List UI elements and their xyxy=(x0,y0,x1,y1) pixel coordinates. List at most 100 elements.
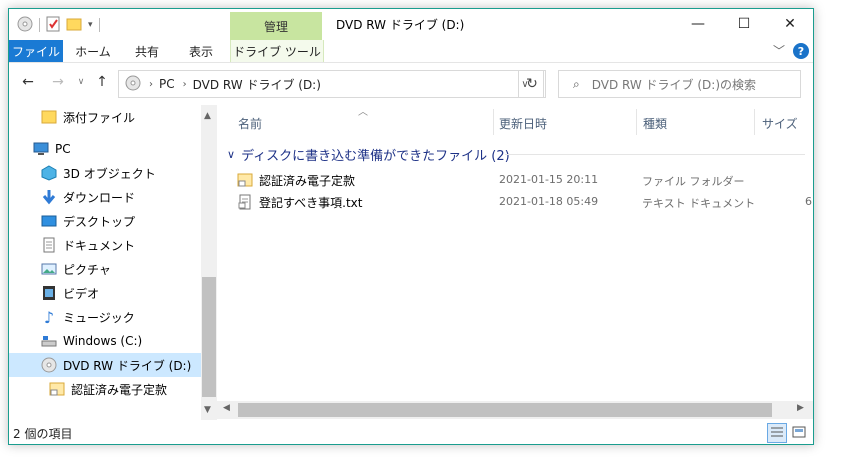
recent-locations-button[interactable]: ∨ xyxy=(72,73,90,91)
nav-item-certified-articles[interactable]: 認証済み電子定款 xyxy=(49,377,201,401)
group-header[interactable]: ∨ ディスクに書き込む準備ができたファイル (2) xyxy=(227,145,510,164)
nav-item-downloads[interactable]: ダウンロード xyxy=(41,185,201,209)
nav-item-3d-objects[interactable]: 3D オブジェクト xyxy=(41,161,201,185)
expand-ribbon-icon[interactable]: ﹀ xyxy=(773,42,785,59)
column-header-modified[interactable]: 更新日時 xyxy=(499,111,634,135)
scrollbar-thumb[interactable] xyxy=(238,403,772,417)
column-divider[interactable] xyxy=(754,109,755,135)
nav-item-label: 認証済み電子定款 xyxy=(71,382,168,397)
customize-qat-icon[interactable]: ▾ xyxy=(88,20,93,30)
nav-pane-scrollbar[interactable]: ▲ ▼ xyxy=(201,105,217,420)
nav-item-label: DVD RW ドライブ (D:) xyxy=(63,358,192,373)
nav-item-label: Windows (C:) xyxy=(63,334,143,348)
folder-icon xyxy=(41,109,57,125)
file-type: テキスト ドキュメント xyxy=(642,197,756,210)
nav-item-windows-c[interactable]: Windows (C:) xyxy=(41,329,201,353)
file-modified: 2021-01-18 05:49 xyxy=(499,195,599,208)
column-divider[interactable] xyxy=(636,109,637,135)
tab-home[interactable]: ホーム xyxy=(65,40,121,62)
up-button[interactable]: ↑ xyxy=(93,73,111,91)
breadcrumb-pc[interactable]: PC xyxy=(159,77,175,91)
hard-drive-icon xyxy=(41,333,57,349)
nav-item-label: ダウンロード xyxy=(63,190,136,205)
column-header-type[interactable]: 種類 xyxy=(643,111,753,135)
file-row[interactable]: 登記すべき事項.txt 2021-01-18 05:49 テキスト ドキュメント… xyxy=(237,191,812,213)
address-row: ← → ∨ ↑ › PC › DVD RW ドライブ (D:) ∨ ↻ ⌕ DV… xyxy=(9,63,813,103)
back-button[interactable]: ← xyxy=(19,73,37,91)
nav-item-label: ミュージック xyxy=(63,310,135,325)
file-modified: 2021-01-15 20:11 xyxy=(499,173,599,186)
breadcrumb-separator-icon[interactable]: › xyxy=(183,79,187,90)
quick-access-toolbar: ▾ xyxy=(17,15,100,35)
refresh-icon: ↻ xyxy=(526,76,538,92)
title-bar: ▾ 管理 DVD RW ドライブ (D:) — ☐ ✕ xyxy=(9,9,813,40)
3d-objects-icon xyxy=(41,165,57,181)
column-header-name[interactable]: 名前 xyxy=(238,111,496,135)
help-icon[interactable]: ? xyxy=(793,43,809,59)
scroll-left-icon[interactable]: ◀ xyxy=(223,403,230,413)
nav-item-music[interactable]: ♪ ミュージック xyxy=(41,305,201,329)
folder-icon xyxy=(237,172,253,188)
dvd-drive-icon xyxy=(17,16,33,35)
address-bar[interactable]: › PC › DVD RW ドライブ (D:) ∨ xyxy=(118,70,544,98)
nav-item-videos[interactable]: ビデオ xyxy=(41,281,201,305)
window-title: DVD RW ドライブ (D:) xyxy=(336,18,465,32)
dvd-drive-icon xyxy=(41,357,57,373)
file-row[interactable]: 認証済み電子定款 2021-01-15 20:11 ファイル フォルダー xyxy=(237,169,797,191)
file-size: 6 xyxy=(805,195,812,208)
properties-icon[interactable] xyxy=(46,16,60,35)
separator xyxy=(98,18,100,32)
pc-icon xyxy=(33,141,49,157)
chevron-down-icon: ∨ xyxy=(77,77,85,87)
tab-drive-tools[interactable]: ドライブ ツール xyxy=(230,40,324,62)
file-name[interactable]: 登記すべき事項.txt xyxy=(259,194,363,211)
tab-file[interactable]: ファイル xyxy=(9,40,63,62)
scroll-right-icon[interactable]: ▶ xyxy=(797,403,804,413)
group-label: ディスクに書き込む準備ができたファイル (2) xyxy=(241,149,510,164)
breadcrumb-separator-icon[interactable]: › xyxy=(149,79,153,90)
column-divider[interactable] xyxy=(493,109,494,135)
scrollbar-thumb[interactable] xyxy=(202,277,216,397)
scroll-down-icon[interactable]: ▼ xyxy=(204,405,211,415)
up-arrow-icon: ↑ xyxy=(96,74,108,90)
tab-share[interactable]: 共有 xyxy=(123,40,171,62)
scroll-up-icon[interactable]: ▲ xyxy=(204,111,211,121)
search-box[interactable]: ⌕ DVD RW ドライブ (D:)の検索 xyxy=(558,70,801,98)
videos-icon xyxy=(41,285,57,301)
navigation-pane: 添付ファイル PC 3D オブジェクト ダウンロード デスクトップ ドキュメント… xyxy=(9,105,217,420)
forward-button[interactable]: → xyxy=(49,73,67,91)
documents-icon xyxy=(41,237,57,253)
back-arrow-icon: ← xyxy=(22,74,34,90)
large-icons-view-button[interactable] xyxy=(789,423,809,443)
nav-item-label: デスクトップ xyxy=(63,214,136,229)
dvd-drive-icon xyxy=(125,75,141,94)
nav-item-pictures[interactable]: ピクチャ xyxy=(41,257,201,281)
refresh-button[interactable]: ↻ xyxy=(518,70,546,98)
context-tab-manage[interactable]: 管理 xyxy=(230,12,322,40)
file-name[interactable]: 認証済み電子定款 xyxy=(259,172,355,189)
tab-view[interactable]: 表示 xyxy=(173,40,229,62)
details-view-button[interactable] xyxy=(767,423,787,443)
nav-item-dvd-drive[interactable]: DVD RW ドライブ (D:) xyxy=(9,353,201,377)
nav-item-desktop[interactable]: デスクトップ xyxy=(41,209,201,233)
large-icons-view-icon xyxy=(792,426,806,441)
horizontal-scrollbar[interactable]: ◀ ▶ xyxy=(217,401,813,419)
close-button[interactable]: ✕ xyxy=(767,9,813,39)
minimize-button[interactable]: — xyxy=(675,9,721,39)
column-header-size[interactable]: サイズ xyxy=(762,111,810,135)
nav-item-pc[interactable]: PC xyxy=(33,137,201,161)
music-icon: ♪ xyxy=(43,307,55,327)
nav-item-label: ドキュメント xyxy=(63,238,136,253)
nav-item-label: ピクチャ xyxy=(63,262,111,277)
chevron-down-icon[interactable]: ∨ xyxy=(227,148,235,161)
forward-arrow-icon: → xyxy=(52,74,64,90)
nav-item-attachments[interactable]: 添付ファイル xyxy=(41,105,201,129)
maximize-button[interactable]: ☐ xyxy=(721,9,767,39)
nav-item-label: 3D オブジェクト xyxy=(63,166,156,181)
nav-item-documents[interactable]: ドキュメント xyxy=(41,233,201,257)
maximize-icon: ☐ xyxy=(737,16,751,32)
new-folder-icon[interactable] xyxy=(66,16,82,35)
breadcrumb-dvd-drive[interactable]: DVD RW ドライブ (D:) xyxy=(193,76,321,93)
search-placeholder: DVD RW ドライブ (D:)の検索 xyxy=(591,77,757,92)
search-icon: ⌕ xyxy=(573,76,580,91)
